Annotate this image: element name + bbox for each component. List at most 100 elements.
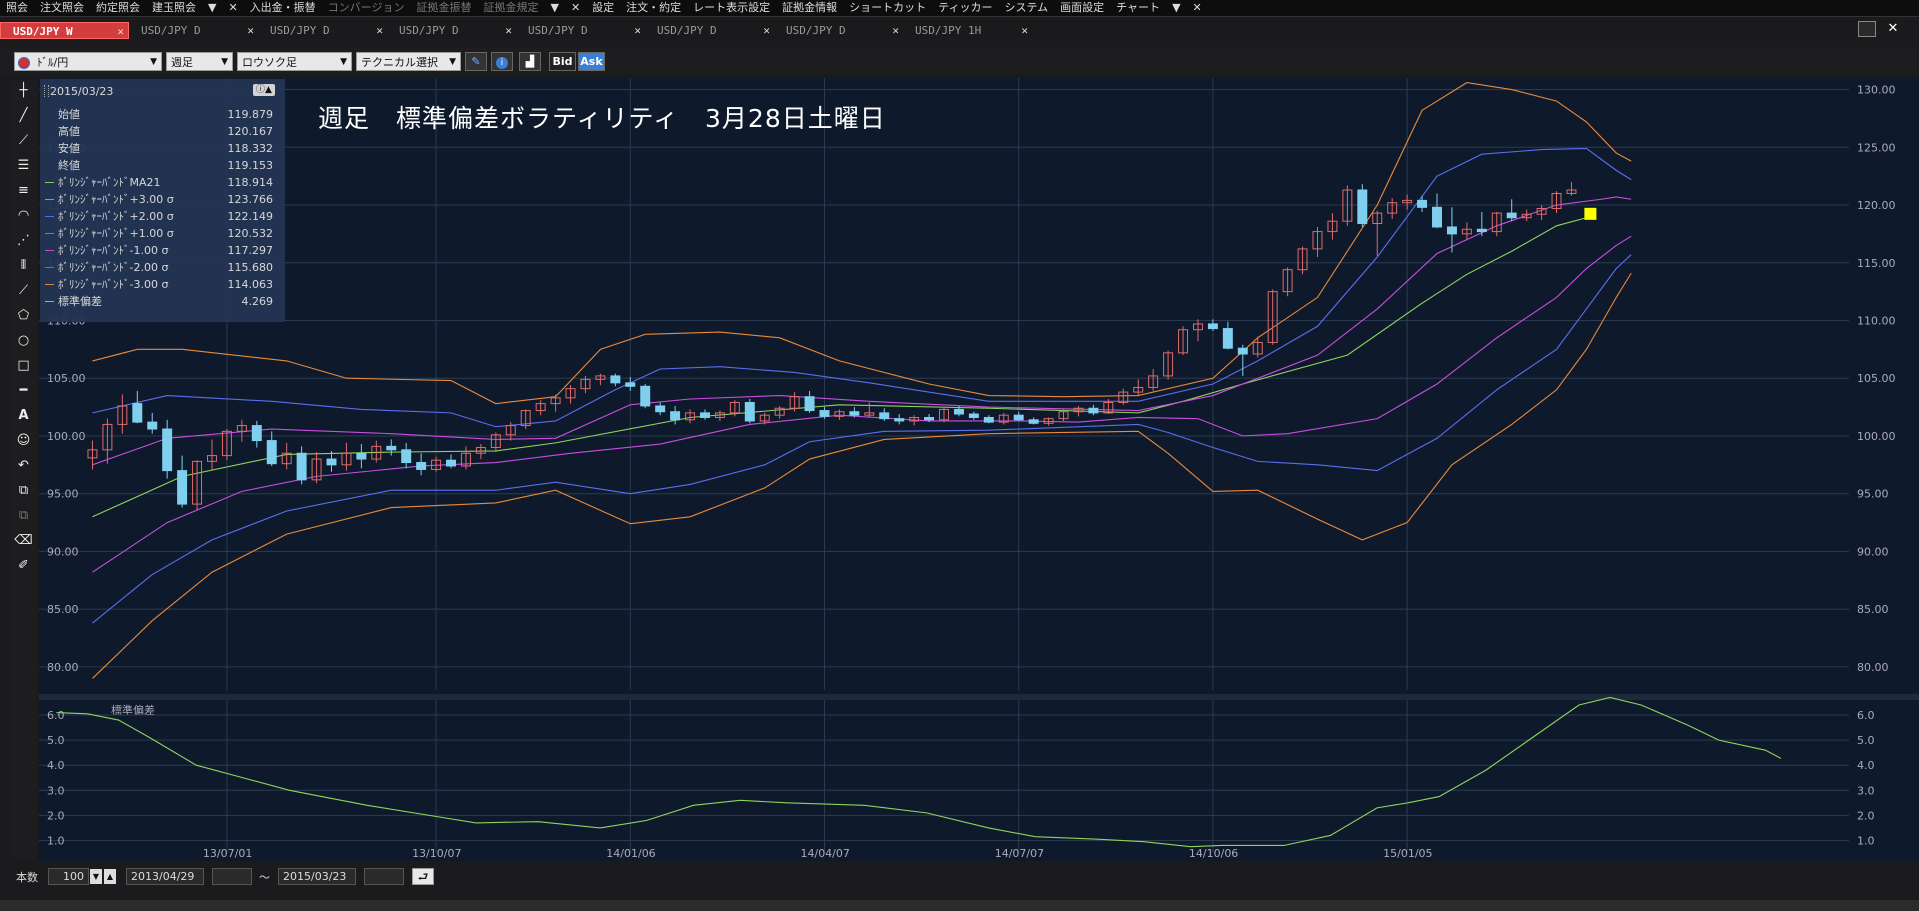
window-restore-icon[interactable] — [1858, 21, 1876, 37]
window-close-icon[interactable]: ✕ — [1884, 20, 1902, 38]
gann-fan-icon[interactable]: ⟋ — [13, 280, 34, 301]
circle-icon[interactable]: ○ — [13, 330, 34, 351]
rectangle-icon[interactable]: □ — [13, 355, 34, 376]
menu-item[interactable]: システム — [999, 0, 1055, 16]
period-select[interactable]: 週足 ▼ — [166, 52, 233, 71]
multi-horizontal-lines-icon[interactable]: ≡ — [13, 180, 34, 201]
info-row: ﾎﾞﾘﾝｼﾞｬｰﾊﾞﾝﾄﾞMA21 118.914 — [40, 174, 285, 191]
menu-item[interactable]: ✕ — [222, 0, 243, 16]
vertical-lines-icon[interactable]: ⫴ — [13, 255, 34, 276]
info-toggle-icon[interactable]: ⓘ▲ — [253, 84, 275, 96]
tab-close-icon[interactable]: ✕ — [376, 22, 383, 39]
candle-body — [1446, 226, 1457, 235]
tab-close-icon[interactable]: ✕ — [763, 22, 770, 39]
ruler-icon[interactable]: ⟋ — [13, 130, 34, 151]
to-date-field[interactable]: 2015/03/23 — [278, 868, 356, 885]
menu-item[interactable]: ✕ — [1187, 0, 1208, 16]
x-tick-label: 14/01/06 — [606, 847, 655, 860]
tab-close-icon[interactable]: ✕ — [1021, 22, 1028, 39]
menu-item[interactable]: ✕ — [565, 0, 586, 16]
y-tick-label-left: 95.00 — [47, 488, 79, 501]
info-value: 118.332 — [227, 142, 274, 155]
sub-y-tick-label-left: 1.0 — [47, 834, 65, 847]
bid-button[interactable]: Bid — [549, 52, 576, 71]
menu-item[interactable]: 証拠金規定 — [477, 0, 544, 16]
count-down-icon[interactable]: ▼ — [90, 869, 102, 884]
info-label: 安値 — [58, 142, 80, 155]
menu-item[interactable]: ショートカット — [843, 0, 932, 16]
menu-item[interactable]: 照会 — [0, 0, 34, 16]
crosshair-icon[interactable]: ┼ — [13, 80, 34, 101]
tab-close-icon[interactable]: ✕ — [247, 22, 254, 39]
info-value: 118.914 — [227, 176, 274, 189]
ask-button[interactable]: Ask — [578, 52, 605, 71]
candle-body — [879, 412, 890, 420]
area-chart-button[interactable]: ▟ — [519, 52, 541, 71]
count-up-icon[interactable]: ▲ — [104, 869, 116, 884]
menu-item[interactable]: ▼ — [202, 0, 222, 16]
menu-item[interactable]: 証拠金振替 — [410, 0, 477, 16]
trendline-icon[interactable]: ╱ — [13, 105, 34, 126]
tab-label: USD/JPY D — [270, 24, 330, 37]
eraser-all-icon[interactable]: ✐ — [13, 555, 34, 576]
y-tick-label-left: 100.00 — [47, 430, 86, 443]
x-tick-label: 15/01/05 — [1383, 847, 1432, 860]
menu-item[interactable]: 建玉照会 — [146, 0, 202, 16]
count-input[interactable]: 100 — [48, 868, 89, 885]
candle-body — [1506, 212, 1517, 219]
fibonacci-arc-icon[interactable]: ◠ — [13, 205, 34, 226]
tab-6[interactable]: USD/JPY D ✕ — [774, 22, 903, 39]
tab-3[interactable]: USD/JPY D ✕ — [387, 22, 516, 39]
tab-2[interactable]: USD/JPY D ✕ — [258, 22, 387, 39]
chart-area[interactable]: 130.00130.00125.00125.00120.00120.00115.… — [39, 78, 1919, 861]
horizontal-lines-icon[interactable]: ☰ — [13, 155, 34, 176]
tab-4[interactable]: USD/JPY D ✕ — [516, 22, 645, 39]
panel-grip-icon — [44, 85, 49, 97]
menu-item[interactable]: 設定 — [586, 0, 620, 16]
menu-item[interactable]: 証拠金情報 — [776, 0, 843, 16]
tab-5[interactable]: USD/JPY D ✕ — [645, 22, 774, 39]
menu-item[interactable]: コンバージョン — [322, 0, 411, 16]
from-time-field[interactable] — [212, 868, 252, 885]
tab-0[interactable]: USD/JPY W ✕ — [0, 22, 129, 39]
sub-y-tick-label-left: 5.0 — [47, 734, 65, 747]
menu-item[interactable]: レート表示設定 — [687, 0, 776, 16]
pentagon-icon[interactable]: ⬠ — [13, 305, 34, 326]
eraser-icon[interactable]: ⌫ — [13, 530, 34, 551]
tab-label: USD/JPY D — [786, 24, 846, 37]
to-time-field[interactable] — [364, 868, 404, 885]
undo-draw-icon[interactable]: ↶ — [13, 455, 34, 476]
menu-item[interactable]: 画面設定 — [1054, 0, 1110, 16]
chart-svg[interactable]: 130.00130.00125.00125.00120.00120.00115.… — [39, 78, 1919, 861]
stamp-icon[interactable]: ☺ — [13, 430, 34, 451]
tab-label: USD/JPY 1H — [915, 24, 982, 37]
menu-item[interactable]: ▼ — [1166, 0, 1186, 16]
tab-7[interactable]: USD/JPY 1H ✕ — [903, 22, 1032, 39]
menu-item[interactable]: 入出金・振替 — [244, 0, 322, 16]
menu-item[interactable]: ティッカー — [932, 0, 998, 16]
select-icon[interactable]: ⧉ — [13, 505, 34, 526]
menu-item[interactable]: 注文照会 — [34, 0, 90, 16]
apply-range-button[interactable]: ⮐ — [412, 868, 434, 885]
copy-icon[interactable]: ⧉ — [13, 480, 34, 501]
info-button[interactable]: i — [491, 52, 513, 71]
text-tool-icon[interactable]: A — [13, 405, 34, 426]
from-date-field[interactable]: 2013/04/29 — [126, 868, 204, 885]
candle-body — [132, 403, 143, 423]
tab-1[interactable]: USD/JPY D ✕ — [129, 22, 258, 39]
horizontal-line-icon[interactable]: ━ — [13, 380, 34, 401]
menu-item[interactable]: ▼ — [544, 0, 564, 16]
tab-close-icon[interactable]: ✕ — [505, 22, 512, 39]
menu-item[interactable]: チャート — [1110, 0, 1166, 16]
tab-close-icon[interactable]: ✕ — [634, 22, 641, 39]
currency-select[interactable]: ﾄﾞﾙ/円 ▼ — [14, 52, 162, 71]
menu-item[interactable]: 約定照会 — [90, 0, 146, 16]
info-row: 始値 119.879 — [40, 106, 285, 123]
fibonacci-fan-icon[interactable]: ⋰ — [13, 230, 34, 251]
menu-item[interactable]: 注文・約定 — [620, 0, 687, 16]
tab-close-icon[interactable]: ✕ — [117, 23, 124, 40]
draw-pen-button[interactable]: ✎ — [465, 52, 487, 71]
tab-close-icon[interactable]: ✕ — [892, 22, 899, 39]
technical-select[interactable]: テクニカル選択 ▼ — [356, 52, 461, 71]
chart-type-select[interactable]: ロウソク足 ▼ — [237, 52, 352, 71]
